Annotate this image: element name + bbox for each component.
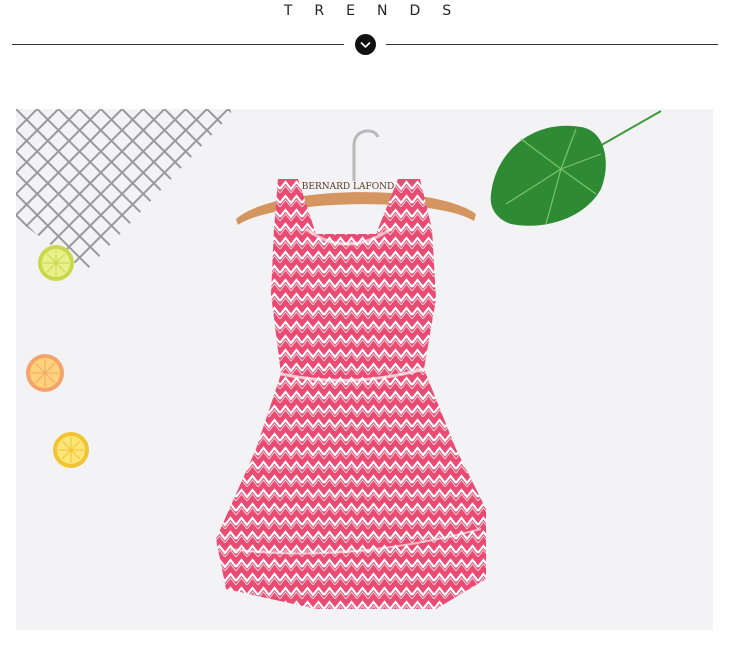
lime-slice (38, 245, 74, 281)
divider-right (386, 44, 718, 45)
section-title: TRENDS (283, 3, 474, 19)
product-photo: BERNARD LAFOND (16, 109, 713, 630)
clothes-hanger (236, 129, 476, 225)
lemon-slice (53, 432, 89, 468)
hanger-brand: BERNARD LAFOND (302, 182, 394, 192)
chevron-down-icon[interactable] (355, 34, 376, 55)
divider-left (12, 44, 344, 45)
orange-slice (26, 354, 64, 392)
palm-leaf-decor (490, 110, 662, 226)
pink-patterned-swim-dress (216, 179, 486, 609)
wire-grid-decor (16, 109, 231, 271)
